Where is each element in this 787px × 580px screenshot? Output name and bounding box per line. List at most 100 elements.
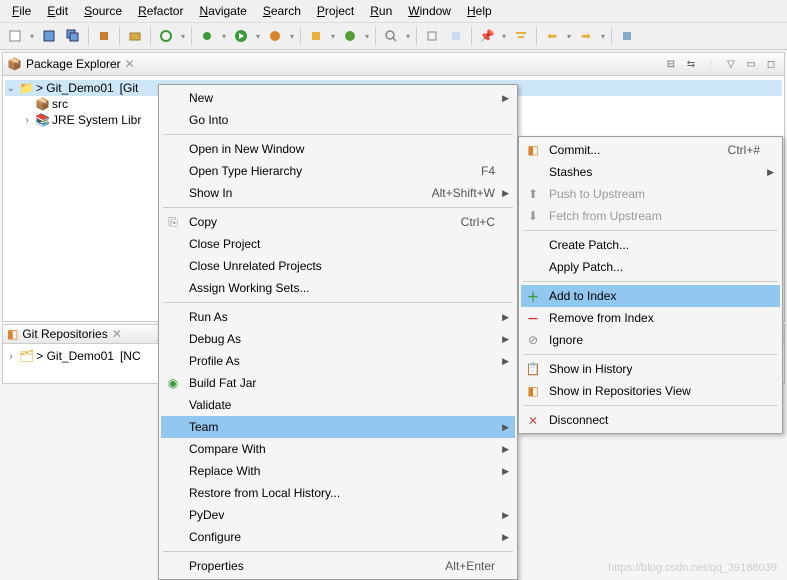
tool-icon[interactable] [616, 25, 638, 47]
menu-configure[interactable]: Configure▶ [161, 526, 515, 548]
dropdown-icon[interactable]: ▾ [500, 25, 508, 47]
menu-close-project[interactable]: Close Project [161, 233, 515, 255]
menu-show-repo-view[interactable]: ◧Show in Repositories View [521, 380, 780, 402]
menu-show-history[interactable]: 📋Show in History [521, 358, 780, 380]
close-view-icon[interactable]: ✕ [112, 327, 122, 341]
dropdown-icon[interactable]: ▾ [404, 25, 412, 47]
close-view-icon[interactable]: ✕ [125, 57, 135, 71]
menu-open-new-window[interactable]: Open in New Window [161, 138, 515, 160]
menu-help[interactable]: Help [459, 2, 500, 20]
menu-refactor[interactable]: Refactor [130, 2, 191, 20]
dropdown-icon[interactable]: ▾ [220, 25, 228, 47]
link-editor-icon[interactable]: ⇆ [682, 55, 700, 73]
filter-icon[interactable] [510, 25, 532, 47]
submenu-arrow-icon: ▶ [502, 93, 509, 104]
new-icon[interactable] [4, 25, 26, 47]
menubar: File Edit Source Refactor Navigate Searc… [0, 0, 787, 23]
menu-ignore[interactable]: ⊘Ignore [521, 329, 780, 351]
menu-assign-working-sets[interactable]: Assign Working Sets... [161, 277, 515, 299]
save-icon[interactable] [38, 25, 60, 47]
save-all-icon[interactable] [62, 25, 84, 47]
menu-new[interactable]: New▶ [161, 87, 515, 109]
toggle-icon[interactable] [445, 25, 467, 47]
menu-project[interactable]: Project [309, 2, 362, 20]
filter-icon[interactable]: ⁝ [702, 55, 720, 73]
refresh-icon[interactable] [155, 25, 177, 47]
build-icon[interactable] [93, 25, 115, 47]
new-java-icon[interactable] [305, 25, 327, 47]
dropdown-icon[interactable]: ▾ [599, 25, 607, 47]
main-toolbar: ▾ ▾ ▾ ▾ ▾ ▾ ▾ ▾ 📌▾ ⬅▾ ➡▾ [0, 23, 787, 50]
dropdown-icon[interactable]: ▾ [179, 25, 187, 47]
menu-copy[interactable]: ⎘CopyCtrl+C [161, 211, 515, 233]
menu-stashes[interactable]: Stashes▶ [521, 161, 780, 183]
context-menu-team: ◧Commit...Ctrl+# Stashes▶ ⬆Push to Upstr… [518, 136, 783, 434]
menu-run[interactable]: Run [362, 2, 400, 20]
menu-show-in[interactable]: Show InAlt+Shift+W▶ [161, 182, 515, 204]
menu-commit[interactable]: ◧Commit...Ctrl+# [521, 139, 780, 161]
dropdown-icon[interactable]: ▾ [565, 25, 573, 47]
menu-close-unrelated[interactable]: Close Unrelated Projects [161, 255, 515, 277]
repo-icon: 🗂 [19, 349, 34, 363]
submenu-arrow-icon: ▶ [767, 167, 774, 178]
panel-title-text: Package Explorer [26, 57, 121, 71]
commit-icon: ◧ [525, 142, 541, 158]
menu-window[interactable]: Window [400, 2, 459, 20]
dropdown-icon[interactable]: ▾ [28, 25, 36, 47]
dropdown-icon[interactable]: ▾ [254, 25, 262, 47]
pin-icon[interactable]: 📌 [476, 25, 498, 47]
menu-fetch-upstream: ⬇Fetch from Upstream [521, 205, 780, 227]
submenu-arrow-icon: ▶ [502, 466, 509, 477]
expand-arrow-icon[interactable]: ⌄ [5, 83, 17, 94]
menu-debug-as[interactable]: Debug As▶ [161, 328, 515, 350]
package-icon[interactable] [124, 25, 146, 47]
menu-source[interactable]: Source [76, 2, 130, 20]
plus-icon: ＋ [525, 288, 541, 304]
menu-create-patch[interactable]: Create Patch... [521, 234, 780, 256]
run-last-icon[interactable] [264, 25, 286, 47]
menu-pydev[interactable]: PyDev▶ [161, 504, 515, 526]
expand-arrow-icon[interactable]: › [21, 115, 33, 126]
menu-file[interactable]: File [4, 2, 39, 20]
maximize-icon[interactable]: ◻ [762, 55, 780, 73]
run-icon[interactable] [230, 25, 252, 47]
new-class-icon[interactable] [339, 25, 361, 47]
menu-apply-patch[interactable]: Apply Patch... [521, 256, 780, 278]
menu-open-type-hierarchy[interactable]: Open Type HierarchyF4 [161, 160, 515, 182]
menu-navigate[interactable]: Navigate [191, 2, 254, 20]
context-menu-project: New▶ Go Into Open in New Window Open Typ… [158, 84, 518, 580]
toggle-icon[interactable] [421, 25, 443, 47]
search-icon[interactable] [380, 25, 402, 47]
menu-add-to-index[interactable]: ＋Add to Index [521, 285, 780, 307]
submenu-arrow-icon: ▶ [502, 510, 509, 521]
package-explorer-icon: 📦 [7, 57, 22, 71]
forward-icon[interactable]: ➡ [575, 25, 597, 47]
library-icon: 📚 [35, 113, 50, 127]
menu-profile-as[interactable]: Profile As▶ [161, 350, 515, 372]
submenu-arrow-icon: ▶ [502, 422, 509, 433]
menu-disconnect[interactable]: ⨯Disconnect [521, 409, 780, 431]
menu-restore-history[interactable]: Restore from Local History... [161, 482, 515, 504]
dropdown-icon[interactable]: ▾ [329, 25, 337, 47]
menu-remove-from-index[interactable]: －Remove from Index [521, 307, 780, 329]
view-menu-icon[interactable]: ▽ [722, 55, 740, 73]
debug-icon[interactable] [196, 25, 218, 47]
dropdown-icon[interactable]: ▾ [288, 25, 296, 47]
src-label: src [52, 97, 68, 111]
collapse-all-icon[interactable]: ⊟ [662, 55, 680, 73]
menu-run-as[interactable]: Run As▶ [161, 306, 515, 328]
menu-edit[interactable]: Edit [39, 2, 76, 20]
menu-search[interactable]: Search [255, 2, 309, 20]
expand-arrow-icon[interactable]: › [5, 351, 17, 362]
back-icon[interactable]: ⬅ [541, 25, 563, 47]
menu-team[interactable]: Team▶ [161, 416, 515, 438]
menu-go-into[interactable]: Go Into [161, 109, 515, 131]
minus-icon: － [525, 310, 541, 326]
menu-build-fat-jar[interactable]: ◉Build Fat Jar [161, 372, 515, 394]
menu-replace-with[interactable]: Replace With▶ [161, 460, 515, 482]
minimize-icon[interactable]: ▭ [742, 55, 760, 73]
menu-properties[interactable]: PropertiesAlt+Enter [161, 555, 515, 577]
menu-validate[interactable]: Validate [161, 394, 515, 416]
dropdown-icon[interactable]: ▾ [363, 25, 371, 47]
menu-compare-with[interactable]: Compare With▶ [161, 438, 515, 460]
